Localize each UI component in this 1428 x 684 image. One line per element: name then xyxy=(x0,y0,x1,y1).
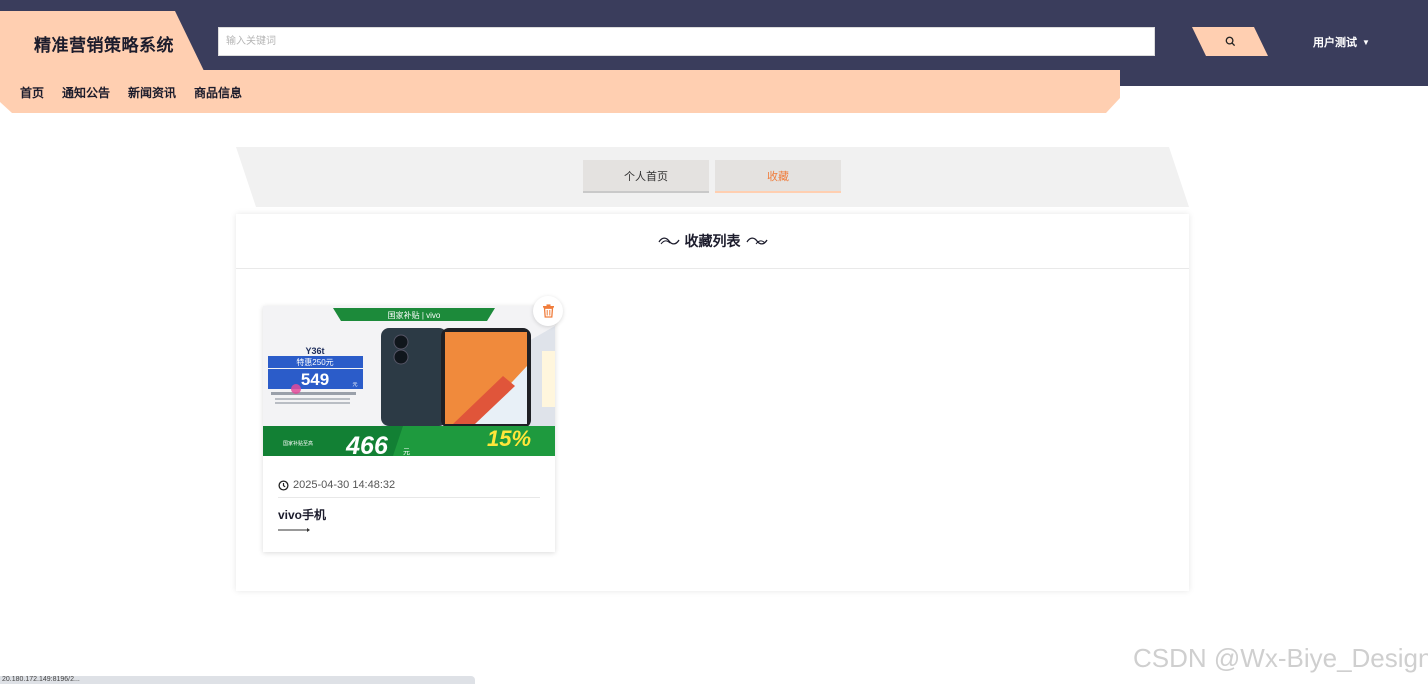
favorites-panel: 收藏列表 国家补贴 | vivo Y36t 特惠250元 549 元 国家补贴至… xyxy=(236,214,1189,591)
wave-ornament-left-icon xyxy=(657,237,680,245)
user-menu[interactable]: 用户测试 ▼ xyxy=(1313,34,1370,50)
product-image[interactable]: 国家补贴 | vivo Y36t 特惠250元 549 元 国家补贴至高 466… xyxy=(263,306,555,456)
nav-item-home[interactable]: 首页 xyxy=(20,84,44,101)
search-icon xyxy=(1225,36,1235,47)
status-bar-url: 20.180.172.149:8196/2... xyxy=(0,676,475,684)
nav-item-news[interactable]: 新闻资讯 xyxy=(128,84,176,101)
app-title[interactable]: 精准营销策略系统 xyxy=(34,31,174,56)
card-divider xyxy=(278,497,540,498)
search-input[interactable] xyxy=(218,27,1155,56)
nav-item-products[interactable]: 商品信息 xyxy=(194,84,242,101)
panel-title: 收藏列表 xyxy=(684,233,741,249)
favorite-card[interactable]: 国家补贴 | vivo Y36t 特惠250元 549 元 国家补贴至高 466… xyxy=(263,296,563,552)
main-nav: 首页 通知公告 新闻资讯 商品信息 xyxy=(20,84,242,101)
tab-favorites[interactable]: 收藏 xyxy=(715,160,841,193)
price-text: 549 xyxy=(301,370,329,389)
favorite-time-text: 2025-04-30 14:48:32 xyxy=(293,479,396,491)
subsidy-text: 特惠250元 xyxy=(296,357,333,367)
discount-text: 15% xyxy=(487,426,531,451)
trash-icon xyxy=(542,304,554,318)
user-name: 用户测试 xyxy=(1313,37,1357,49)
banner-text: 国家补贴 | vivo xyxy=(388,310,441,320)
arrow-right-icon[interactable] xyxy=(278,527,310,533)
watermark: CSDN @Wx-Biye_Design xyxy=(1133,643,1428,673)
product-image-graphic: 国家补贴 | vivo Y36t 特惠250元 549 元 国家补贴至高 466… xyxy=(263,306,555,456)
tab-personal-home[interactable]: 个人首页 xyxy=(583,160,709,193)
final-price-label-text: 国家补贴至高 xyxy=(283,440,313,447)
final-price-unit-text: 元 xyxy=(403,448,410,456)
clock-icon xyxy=(278,479,289,491)
nav-item-notices[interactable]: 通知公告 xyxy=(62,84,110,101)
tabs-band xyxy=(236,147,1189,207)
caret-down-icon: ▼ xyxy=(1362,37,1370,47)
favorite-title[interactable]: vivo手机 xyxy=(278,506,326,523)
panel-header: 收藏列表 xyxy=(236,214,1189,269)
model-text: Y36t xyxy=(305,346,324,356)
price-unit-text: 元 xyxy=(352,382,357,388)
delete-favorite-button[interactable] xyxy=(533,296,563,326)
final-price-text: 466 xyxy=(345,432,389,456)
favorite-time: 2025-04-30 14:48:32 xyxy=(278,479,395,491)
wave-ornament-right-icon xyxy=(745,237,768,245)
